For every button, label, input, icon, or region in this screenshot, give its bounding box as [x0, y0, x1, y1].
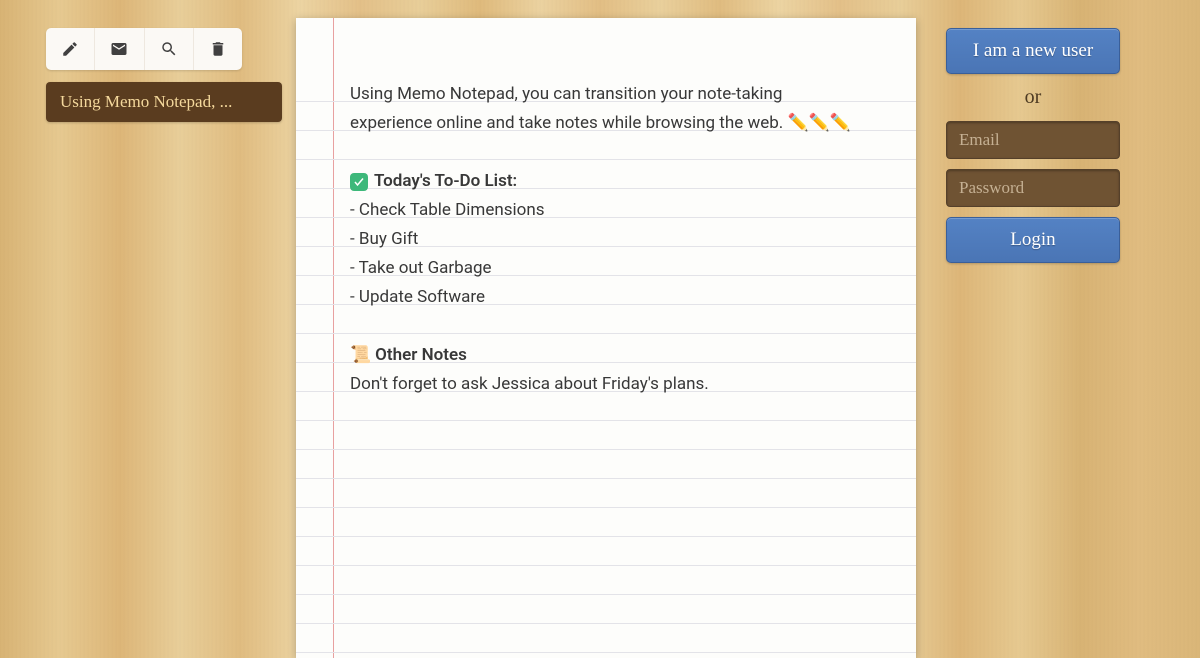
or-divider: or [946, 86, 1120, 109]
checkmark-icon [350, 173, 368, 191]
auth-panel: I am a new user or Login [946, 0, 1160, 658]
new-user-button[interactable]: I am a new user [946, 28, 1120, 74]
search-icon [160, 40, 178, 58]
scroll-icon: 📜 [350, 341, 371, 370]
login-button[interactable]: Login [946, 217, 1120, 263]
note-intro: Using Memo Notepad, you can transition y… [350, 80, 866, 138]
trash-icon [209, 40, 227, 58]
other-text: Don't forget to ask Jessica about Friday… [350, 370, 866, 399]
other-header: 📜 Other Notes [350, 341, 866, 370]
intro-text: Using Memo Notepad, you can transition y… [350, 84, 787, 133]
search-button[interactable] [145, 28, 194, 70]
edit-icon [61, 40, 79, 58]
note-list: Using Memo Notepad, ... [46, 82, 282, 122]
other-section: 📜 Other Notes Don't forget to ask Jessic… [350, 341, 866, 399]
trash-button[interactable] [194, 28, 242, 70]
todo-header-text: Today's To-Do List: [374, 167, 517, 196]
sidebar: Using Memo Notepad, ... [0, 0, 296, 658]
pencil-icons: ✏️✏️✏️ [787, 113, 851, 133]
edit-button[interactable] [46, 28, 95, 70]
todo-section: Today's To-Do List: - Check Table Dimens… [350, 167, 866, 312]
password-field[interactable] [946, 169, 1120, 207]
other-header-text: Other Notes [375, 341, 467, 370]
email-field[interactable] [946, 121, 1120, 159]
todo-item: - Update Software [350, 283, 866, 312]
todo-item: - Buy Gift [350, 225, 866, 254]
note-list-item[interactable]: Using Memo Notepad, ... [46, 82, 282, 122]
todo-item: - Take out Garbage [350, 254, 866, 283]
mail-button[interactable] [95, 28, 144, 70]
note-paper[interactable]: Using Memo Notepad, you can transition y… [296, 18, 916, 658]
note-content: Using Memo Notepad, you can transition y… [296, 18, 916, 448]
mail-icon [110, 40, 128, 58]
todo-header: Today's To-Do List: [350, 167, 866, 196]
toolbar [46, 28, 242, 70]
todo-item: - Check Table Dimensions [350, 196, 866, 225]
